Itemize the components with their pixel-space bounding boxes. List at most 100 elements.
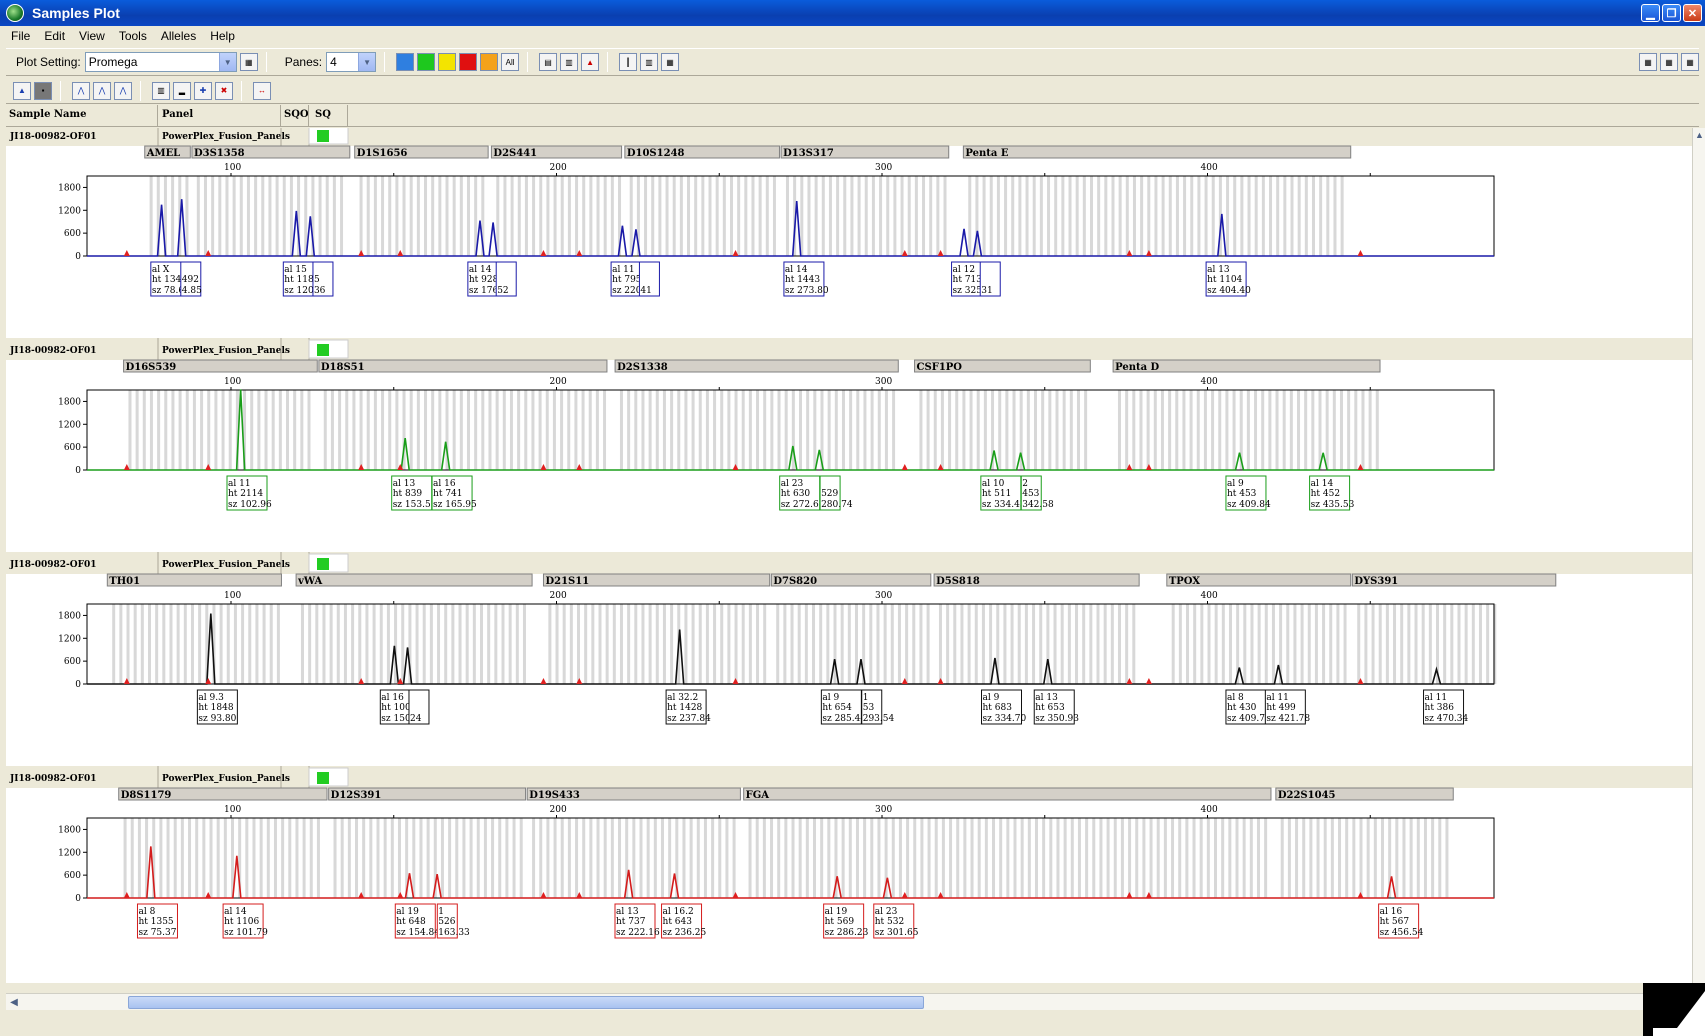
colors-icon[interactable]: ▦ (661, 53, 680, 71)
sq-indicator (317, 130, 329, 142)
bin (309, 818, 313, 898)
menu-edit[interactable]: Edit (44, 29, 65, 43)
show-peaks-icon[interactable]: ▲ (13, 81, 31, 100)
bin (1402, 818, 1406, 898)
bin (252, 818, 256, 898)
vertical-scrollbar[interactable]: ▲ (1692, 128, 1705, 983)
bin (487, 604, 491, 684)
menu-tools[interactable]: Tools (119, 29, 147, 43)
bin (1319, 176, 1323, 256)
bin (476, 818, 480, 898)
bin-view-icon[interactable]: ▥ (152, 81, 170, 100)
bin (783, 604, 787, 684)
close-button[interactable]: ✕ (1683, 4, 1702, 22)
zoom-locus-icon[interactable]: ⋀ (93, 81, 111, 100)
bin (595, 390, 599, 470)
bin (416, 390, 420, 470)
marker-triangle (540, 678, 547, 684)
bin (806, 390, 810, 470)
bin (409, 390, 413, 470)
bin (1329, 604, 1333, 684)
full-view-icon[interactable]: ↔ (253, 81, 271, 100)
bin (1471, 604, 1475, 684)
minimize-button[interactable]: ▁ (1641, 4, 1660, 22)
horizontal-scrollbar[interactable]: ◀ (6, 993, 1651, 1010)
bin (395, 390, 399, 470)
bin (214, 390, 218, 470)
plot-setting-select[interactable]: Promega ▼ (84, 52, 237, 72)
panels-icon[interactable]: ▥ (640, 53, 659, 71)
bin (560, 176, 564, 256)
allele-label: 52 (495, 261, 517, 297)
zoom-peaks-icon[interactable]: ⋀ (72, 81, 90, 100)
electropherogram[interactable]: JI18-00982-OF01 PowerPlex_Fusion_Panels AM… (6, 128, 1692, 983)
menu-view[interactable]: View (79, 29, 105, 43)
bin (1103, 604, 1107, 684)
bin (221, 390, 225, 470)
bin (1366, 818, 1370, 898)
bin (905, 604, 909, 684)
chevron-left-icon[interactable]: ◀ (6, 994, 22, 1010)
bin (1010, 604, 1014, 684)
bin (431, 176, 435, 256)
resize-grip[interactable] (1643, 983, 1705, 1036)
menu-help[interactable]: Help (210, 29, 235, 43)
delete-allele-icon[interactable]: ✖ (215, 81, 233, 100)
bin (1017, 604, 1021, 684)
add-allele-icon[interactable]: ✚ (194, 81, 212, 100)
bin (1113, 818, 1117, 898)
y-tick-label: 1800 (58, 825, 81, 835)
bin (496, 176, 500, 256)
dye-green-button[interactable] (417, 53, 436, 71)
allele-height: 492 (182, 275, 199, 285)
table-view-icon[interactable]: ▤ (539, 53, 558, 71)
bin (1069, 390, 1073, 470)
bin (569, 604, 573, 684)
sheet-icon[interactable]: ▦ (1660, 53, 1678, 71)
menu-alleles[interactable]: Alleles (161, 29, 196, 43)
zoom-marker-icon[interactable]: ⋀ (114, 81, 132, 100)
panes-select[interactable]: 4 ▼ (326, 52, 377, 72)
bin (1197, 176, 1201, 256)
y-tick-label: 600 (64, 871, 81, 881)
bin (701, 176, 705, 256)
plot-area[interactable]: JI18-00982-OF01 PowerPlex_Fusion_Panels AM… (6, 128, 1692, 983)
sizing-view-icon[interactable]: ▥ (560, 53, 579, 71)
dye-yellow-button[interactable] (438, 53, 457, 71)
bin (465, 604, 469, 684)
maximize-button[interactable]: ❐ (1662, 4, 1681, 22)
bin (188, 818, 192, 898)
locus-label: D8S1179 (121, 790, 172, 801)
bin (491, 818, 495, 898)
bin (974, 604, 978, 684)
dye-all-button[interactable]: All (501, 53, 520, 71)
bin (840, 604, 844, 684)
bins-icon[interactable]: ┃ (619, 53, 638, 71)
menu-file[interactable]: File (11, 29, 30, 43)
peak-view-icon[interactable]: ▲ (581, 53, 600, 71)
x-tick-label: 400 (1201, 805, 1218, 815)
bin (1055, 390, 1059, 470)
grid-icon[interactable]: ▦ (1639, 53, 1657, 71)
bin (567, 176, 571, 256)
allele-name: al X (152, 265, 170, 275)
bin (248, 604, 252, 684)
plot-setting-edit-icon[interactable]: ▦ (239, 53, 258, 71)
bin (1343, 604, 1347, 684)
dye-red-button[interactable] (459, 53, 478, 71)
bin (929, 176, 933, 256)
overlay-icon[interactable]: ▪ (34, 81, 52, 100)
allele-name: al 19 (396, 907, 419, 917)
allele-label: al 19ht 648sz 154.84 (394, 903, 440, 939)
dye-orange-button[interactable] (480, 53, 499, 71)
dye-blue-button[interactable] (396, 53, 415, 71)
scroll-thumb[interactable] (128, 996, 924, 1009)
bin (171, 390, 175, 470)
bin (776, 604, 780, 684)
chevron-up-icon[interactable]: ▲ (1693, 128, 1705, 142)
size-view-icon[interactable]: ▂ (173, 81, 191, 100)
bin (1316, 818, 1320, 898)
bin (992, 818, 996, 898)
bin (1034, 390, 1038, 470)
table-icon[interactable]: ▦ (1681, 53, 1699, 71)
